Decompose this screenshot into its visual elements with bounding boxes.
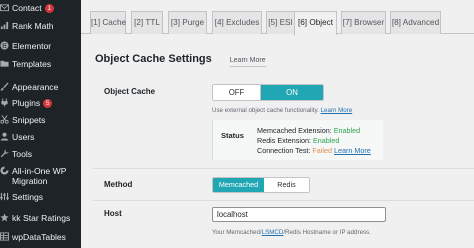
tab-object[interactable]: [6] Object — [294, 11, 337, 35]
object-cache-toggle[interactable]: OFF ON — [212, 84, 324, 101]
migration-icon — [0, 166, 9, 175]
tab-cache[interactable]: [1] Cache — [90, 11, 126, 34]
redis-extension-value: Enabled — [312, 136, 340, 145]
sidebar-item-label: All-in-One WP — [12, 166, 67, 176]
connection-test-label: Connection Test: — [257, 146, 311, 155]
section-header: Object Cache Settings Learn More — [95, 53, 266, 67]
tab-ttl[interactable]: [2] TTL — [131, 11, 163, 34]
update-count-badge: 5 — [43, 99, 53, 108]
memcached-extension-status: Memcached Extension: Enabled — [257, 126, 360, 135]
object-cache-learn-more-link[interactable]: Learn More — [321, 107, 353, 114]
sidebar-item-templates[interactable]: Templates — [0, 58, 81, 70]
sidebar-item-label: Tools — [12, 149, 33, 159]
method-label: Method — [104, 180, 133, 189]
status-label: Status — [221, 131, 244, 140]
host-input[interactable]: localhost — [212, 207, 386, 222]
sidebar-item-label: kk Star Ratings — [12, 213, 71, 223]
memcached-extension-value: Enabled — [333, 126, 361, 135]
host-description-suffix: /Redis Hostname or IP address. — [283, 229, 371, 236]
elementor-icon — [0, 41, 9, 50]
sidebar-item-elementor[interactable]: Elementor — [0, 40, 81, 52]
connection-test-learn-more-link[interactable]: Learn More — [334, 146, 371, 155]
rank-math-icon — [0, 21, 9, 30]
object-cache-label: Object Cache — [104, 87, 156, 96]
table-icon — [0, 232, 9, 241]
section-title: Object Cache Settings — [95, 53, 212, 65]
folder-icon — [0, 59, 9, 68]
redis-extension-status: Redis Extension: Enabled — [257, 136, 339, 145]
sidebar-item-label: Appearance — [12, 82, 59, 92]
envelope-icon — [0, 3, 9, 12]
method-redis-button[interactable]: Redis — [264, 178, 309, 192]
sidebar-item-settings[interactable]: Settings — [0, 191, 81, 203]
settings-icon — [0, 192, 9, 201]
sidebar-item-users[interactable]: Users — [0, 131, 81, 143]
settings-tabs: [1] Cache [2] TTL [3] Purge [4] Excludes… — [81, 0, 474, 35]
sidebar-item-kk-star-ratings[interactable]: kk Star Ratings — [0, 212, 81, 224]
connection-test-status: Connection Test: Failed Learn More — [257, 146, 371, 155]
object-cache-description: Use external object cache functionality.… — [212, 107, 352, 114]
sidebar-item-plugins[interactable]: Plugins 5 — [0, 97, 81, 109]
admin-sidebar: Contact 1 Rank Math Elementor Templates A… — [0, 0, 81, 248]
row-divider — [93, 168, 474, 169]
user-icon — [0, 132, 9, 141]
sidebar-item-label: Snippets — [12, 115, 46, 125]
update-count-badge: 1 — [44, 4, 54, 13]
sidebar-item-label: Plugins — [12, 98, 41, 108]
redis-extension-label: Redis Extension: — [257, 136, 311, 145]
object-cache-description-text: Use external object cache functionality. — [212, 107, 319, 114]
tab-advanced[interactable]: [8] Advanced — [390, 11, 441, 34]
sidebar-item-rank-math[interactable]: Rank Math — [0, 20, 81, 32]
sidebar-item-label: Contact — [12, 3, 42, 13]
sidebar-item-tools[interactable]: Tools — [0, 148, 81, 160]
sidebar-item-label: Elementor — [12, 41, 52, 51]
sidebar-item-appearance[interactable]: Appearance — [0, 81, 81, 93]
tab-esi[interactable]: [5] ESI — [266, 11, 295, 34]
sidebar-item-snippets[interactable]: Snippets — [0, 114, 81, 126]
sidebar-item-label: Templates — [12, 59, 52, 69]
sidebar-item-label: Settings — [12, 192, 44, 202]
wrench-icon — [0, 149, 9, 158]
sidebar-item-label: Rank Math — [12, 21, 54, 31]
plug-icon — [0, 98, 9, 107]
host-description: Your Memcached/LSMCD/Redis Hostname or I… — [212, 229, 371, 236]
section-learn-more-link[interactable]: Learn More — [229, 57, 266, 67]
lsmcd-link[interactable]: LSMCD — [262, 229, 284, 236]
object-cache-off-button[interactable]: OFF — [213, 85, 261, 100]
tab-browser[interactable]: [7] Browser — [341, 11, 386, 34]
tab-excludes[interactable]: [4] Excludes — [212, 11, 262, 34]
scissors-icon — [0, 115, 9, 124]
tab-purge[interactable]: [3] Purge — [168, 11, 207, 34]
host-label: Host — [104, 209, 122, 218]
row-divider — [93, 200, 474, 201]
method-selector[interactable]: Memcached Redis — [212, 177, 310, 193]
sidebar-item-wpdatatables[interactable]: wpDataTables — [0, 231, 81, 243]
host-description-prefix: Your Memcached/ — [212, 229, 262, 236]
paintbrush-icon — [0, 82, 9, 91]
sidebar-item-contact[interactable]: Contact 1 — [0, 2, 81, 14]
connection-test-value: Failed — [312, 146, 332, 155]
sidebar-item-label-line2: Migration — [12, 176, 48, 186]
sidebar-item-all-in-one-wp-migration[interactable]: All-in-One WP Migration — [0, 165, 81, 187]
object-cache-on-button[interactable]: ON — [261, 85, 323, 100]
star-icon — [0, 213, 9, 222]
sidebar-item-label: wpDataTables — [12, 232, 66, 242]
sidebar-item-label: Users — [12, 132, 35, 142]
method-memcached-button[interactable]: Memcached — [213, 178, 264, 192]
memcached-extension-label: Memcached Extension: — [257, 126, 332, 135]
